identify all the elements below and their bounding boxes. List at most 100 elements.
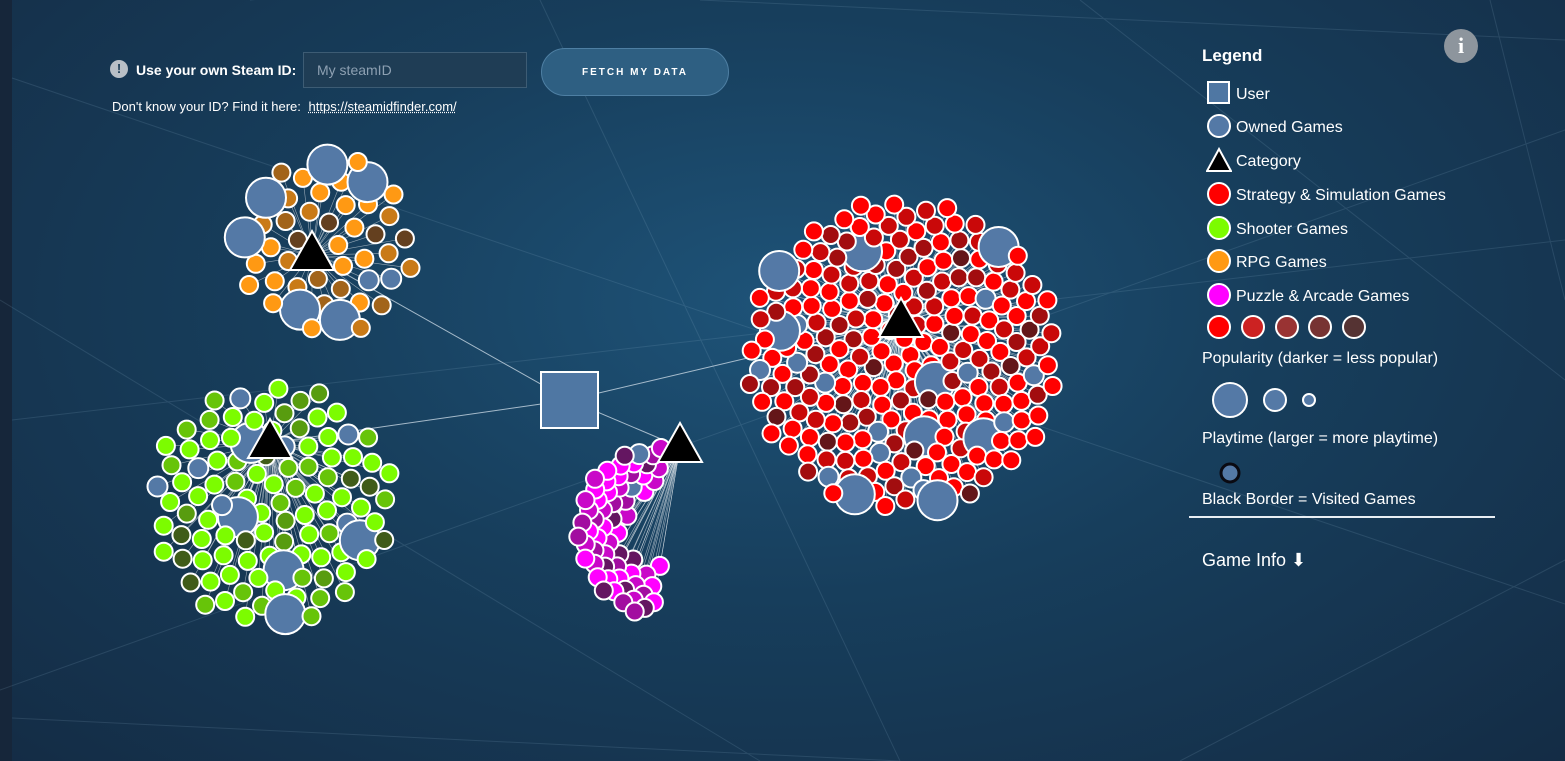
- game-node[interactable]: [365, 224, 386, 245]
- game-node[interactable]: [799, 427, 820, 447]
- game-node[interactable]: [204, 474, 225, 495]
- game-node[interactable]: [207, 450, 228, 471]
- game-node[interactable]: [944, 305, 965, 326]
- game-node[interactable]: [957, 462, 978, 483]
- game-node[interactable]: [309, 383, 330, 404]
- game-node[interactable]: [317, 500, 337, 521]
- game-node[interactable]: [215, 591, 235, 611]
- game-node[interactable]: [851, 390, 872, 410]
- game-node[interactable]: [340, 468, 361, 489]
- game-node[interactable]: [1007, 245, 1028, 266]
- game-node[interactable]: [984, 449, 1005, 470]
- info-icon[interactable]: i: [1444, 29, 1478, 63]
- game-node[interactable]: [375, 489, 396, 510]
- game-node[interactable]: [299, 524, 320, 545]
- game-node[interactable]: [344, 217, 365, 238]
- game-node[interactable]: [334, 582, 355, 603]
- game-node[interactable]: [932, 271, 953, 292]
- game-node[interactable]: [1022, 275, 1043, 295]
- game-node[interactable]: [153, 541, 174, 562]
- game-node[interactable]: [264, 271, 285, 292]
- game-node[interactable]: [356, 549, 377, 570]
- game-node[interactable]: [965, 214, 986, 235]
- game-node[interactable]: [248, 567, 269, 588]
- game-node[interactable]: [852, 372, 873, 393]
- game-node[interactable]: [335, 562, 356, 583]
- game-node[interactable]: [153, 515, 174, 536]
- game-node[interactable]: [575, 490, 596, 511]
- game-node[interactable]: [275, 510, 296, 531]
- game-node[interactable]: [354, 248, 375, 269]
- game-node[interactable]: [319, 523, 340, 544]
- game-node[interactable]: [803, 221, 824, 242]
- game-node[interactable]: [1037, 355, 1058, 376]
- game-node[interactable]: [171, 525, 192, 546]
- game-node[interactable]: [254, 392, 275, 413]
- game-node[interactable]: [359, 476, 380, 497]
- game-node[interactable]: [237, 550, 258, 571]
- game-node[interactable]: [852, 429, 873, 450]
- game-node[interactable]: [225, 471, 246, 492]
- game-node[interactable]: [924, 313, 945, 334]
- game-node[interactable]: [246, 463, 267, 484]
- fetch-data-button[interactable]: FETCH MY DATA: [541, 48, 729, 96]
- game-node[interactable]: [199, 409, 220, 430]
- game-node[interactable]: [870, 377, 891, 397]
- game-node[interactable]: [952, 387, 973, 408]
- game-node[interactable]: [378, 243, 399, 264]
- owned-game-node[interactable]: [993, 411, 1016, 434]
- game-node[interactable]: [188, 486, 209, 507]
- game-node[interactable]: [275, 211, 296, 231]
- game-node[interactable]: [160, 492, 181, 512]
- game-node[interactable]: [301, 606, 322, 627]
- game-node[interactable]: [292, 567, 313, 588]
- game-node[interactable]: [800, 278, 821, 299]
- game-node[interactable]: [895, 489, 916, 510]
- game-node[interactable]: [285, 477, 306, 498]
- game-node[interactable]: [400, 257, 421, 278]
- game-node[interactable]: [271, 162, 292, 183]
- game-node[interactable]: [290, 390, 311, 411]
- owned-game-node[interactable]: [380, 267, 403, 290]
- game-node[interactable]: [913, 237, 934, 258]
- game-node[interactable]: [155, 435, 176, 456]
- game-node[interactable]: [307, 268, 328, 289]
- game-node[interactable]: [782, 418, 803, 439]
- game-node[interactable]: [750, 309, 771, 330]
- game-node[interactable]: [198, 509, 219, 530]
- game-node[interactable]: [766, 406, 787, 427]
- game-node[interactable]: [358, 427, 379, 448]
- game-node[interactable]: [823, 483, 844, 504]
- game-node[interactable]: [289, 418, 310, 439]
- game-node[interactable]: [838, 359, 859, 380]
- game-node[interactable]: [941, 288, 962, 309]
- owned-game-node[interactable]: [264, 593, 307, 636]
- game-node[interactable]: [850, 195, 871, 216]
- game-node[interactable]: [793, 239, 814, 260]
- game-node[interactable]: [967, 445, 988, 466]
- game-node[interactable]: [624, 601, 645, 622]
- game-node[interactable]: [761, 423, 782, 444]
- game-node[interactable]: [789, 402, 810, 423]
- game-node[interactable]: [778, 435, 799, 456]
- game-node[interactable]: [221, 427, 241, 448]
- game-node[interactable]: [268, 378, 289, 399]
- game-node[interactable]: [1037, 290, 1058, 311]
- game-node[interactable]: [254, 522, 275, 543]
- game-node[interactable]: [270, 493, 291, 513]
- game-node[interactable]: [1011, 390, 1032, 411]
- game-node[interactable]: [172, 548, 193, 569]
- game-node[interactable]: [1011, 410, 1032, 431]
- game-node[interactable]: [204, 390, 225, 411]
- game-node[interactable]: [806, 312, 827, 333]
- user-node[interactable]: [540, 371, 599, 429]
- game-node[interactable]: [222, 407, 243, 427]
- game-node[interactable]: [364, 512, 385, 533]
- game-node[interactable]: [816, 449, 837, 470]
- game-node[interactable]: [916, 200, 936, 221]
- owned-game-node[interactable]: [758, 250, 801, 292]
- game-node[interactable]: [298, 456, 319, 477]
- game-node[interactable]: [318, 427, 339, 447]
- game-node[interactable]: [233, 582, 254, 603]
- game-node[interactable]: [328, 235, 349, 255]
